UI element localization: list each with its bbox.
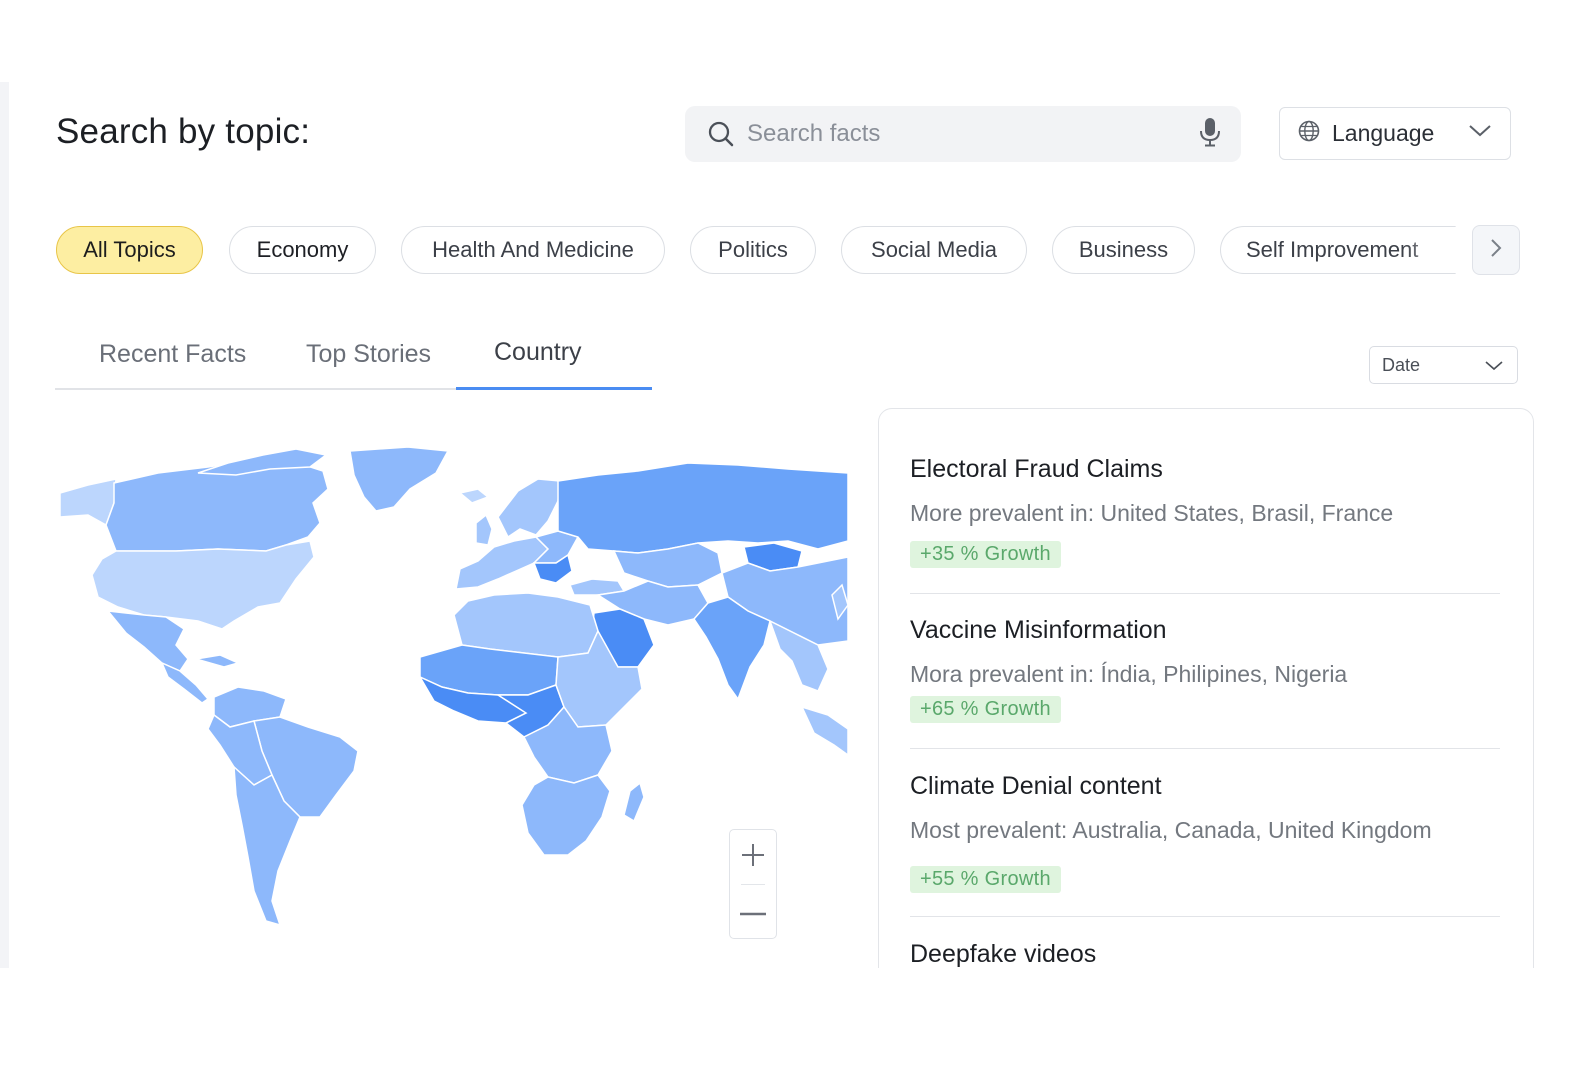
map-region-russia[interactable] [557,462,848,554]
tab-recent-facts[interactable]: Recent Facts [99,340,246,369]
map-region-iceland[interactable] [458,488,490,504]
map-region-southern-africa[interactable] [521,774,611,856]
fact-description: Mora prevalent in: Índia, Philipines, Ni… [910,661,1348,687]
map-region-scandinavia[interactable] [497,478,561,539]
plus-icon [741,843,765,872]
fact-title: Deepfake videos [910,940,1097,968]
globe-icon [1298,120,1320,147]
topics-next-button[interactable] [1472,225,1520,275]
zoom-out-button[interactable] [730,885,776,939]
fact-description: More prevalent in: United States, Brasil… [910,500,1394,526]
facts-panel: Electoral Fraud Claims More prevalent in… [878,408,1534,1008]
chevron-down-icon [1485,355,1503,376]
fact-item[interactable]: Vaccine Misinformation Mora prevalent in… [910,616,1500,723]
fact-description: Most prevalent: Australia, Canada, Unite… [910,817,1432,843]
view-tabs: Recent Facts Top Stories Country [55,330,652,390]
fact-divider [910,593,1500,594]
topic-chip-social-media[interactable]: Social Media [841,226,1027,274]
tab-country[interactable]: Country [494,338,582,367]
topic-chip-politics[interactable]: Politics [690,226,816,274]
map-region-madagascar[interactable] [623,781,645,823]
topic-chip-economy[interactable]: Economy [229,226,376,274]
map-region-central-america[interactable] [160,661,210,704]
chevron-down-icon [1468,124,1492,143]
zoom-in-button[interactable] [730,830,776,884]
growth-badge: +65 % Growth [910,696,1061,723]
topic-chip-health-and-medicine[interactable]: Health And Medicine [401,226,665,274]
map-region-indonesia[interactable] [800,705,848,756]
page-title: Search by topic: [56,112,311,151]
map-region-alaska[interactable] [59,478,117,527]
search-icon [707,120,735,148]
map-region-united-kingdom[interactable] [475,513,493,546]
topic-chip-self-improvement[interactable]: Self Improvement [1220,226,1456,274]
minus-icon [740,903,766,921]
topic-filter-bar: All Topics Economy Health And Medicine P… [0,226,1574,274]
fact-item[interactable]: Electoral Fraud Claims More prevalent in… [910,455,1500,568]
search-input[interactable] [745,119,1199,149]
language-select[interactable]: Language [1279,107,1511,160]
map-region-caribbean[interactable] [195,654,241,668]
search-bar[interactable] [685,106,1241,162]
topic-chip-all-topics[interactable]: All Topics [56,226,203,274]
viewport-bottom-margin [0,968,1574,1080]
map-zoom-control [729,829,777,939]
fact-title: Climate Denial content [910,772,1162,800]
microphone-icon[interactable] [1199,117,1221,152]
map-region-mexico[interactable] [106,610,189,672]
topic-chip-business[interactable]: Business [1052,226,1195,274]
map-region-greenland[interactable] [349,446,450,512]
fact-item[interactable]: Climate Denial content Most prevalent: A… [910,772,1500,893]
left-edge-strip [0,82,9,970]
growth-badge: +35 % Growth [910,541,1061,568]
fact-divider [910,748,1500,749]
active-tab-indicator [456,387,652,390]
tab-top-stories[interactable]: Top Stories [306,340,431,369]
fact-title: Electoral Fraud Claims [910,455,1163,483]
fact-item[interactable]: Deepfake videos [910,940,1500,969]
language-label: Language [1332,120,1435,146]
growth-badge: +55 % Growth [910,866,1061,893]
sort-label: Date [1382,354,1421,375]
chevron-right-icon [1489,237,1503,264]
fact-divider [910,916,1500,917]
sort-date-select[interactable]: Date [1369,346,1518,384]
fact-title: Vaccine Misinformation [910,616,1167,644]
